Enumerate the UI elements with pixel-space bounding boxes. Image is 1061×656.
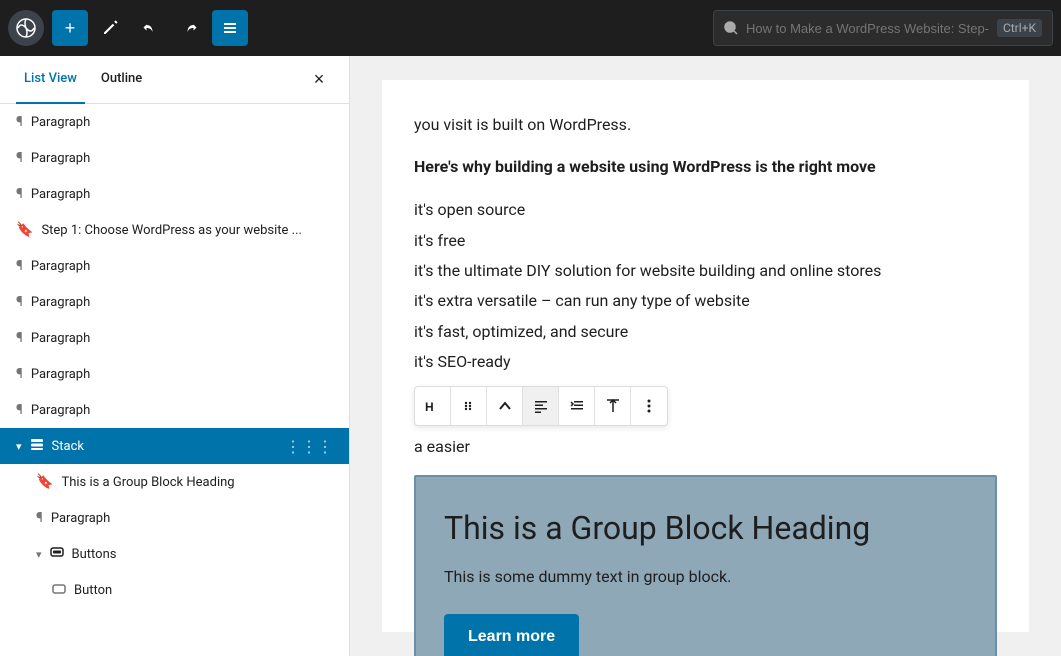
paragraph-icon: ¶ xyxy=(16,114,23,130)
search-shortcut: Ctrl+K xyxy=(997,19,1042,37)
list-item-4: it's extra versatile – can run any type … xyxy=(414,286,997,316)
list-item-button[interactable]: Button xyxy=(0,572,349,608)
wordpress-logo[interactable] xyxy=(8,10,44,46)
paragraph-icon: ¶ xyxy=(16,330,23,346)
list-item[interactable]: ¶ Paragraph xyxy=(0,284,349,320)
block-toolbar: H xyxy=(414,386,668,426)
group-block-heading: This is a Group Block Heading xyxy=(444,509,967,547)
main-layout: List View Outline × ¶ Paragraph ¶ Paragr… xyxy=(0,56,1061,656)
list-item[interactable]: 🔖 Step 1: Choose WordPress as your websi… xyxy=(0,212,349,248)
bookmark-icon: 🔖 xyxy=(16,222,33,238)
move-up-button[interactable] xyxy=(487,387,523,425)
more-options-icon[interactable]: ⋮⋮⋮ xyxy=(285,437,333,456)
list-item-paragraph[interactable]: ¶ Paragraph xyxy=(0,500,349,536)
list-item-3: it's the ultimate DIY solution for websi… xyxy=(414,256,997,286)
tab-outline[interactable]: Outline xyxy=(93,56,150,104)
button-icon xyxy=(52,582,66,598)
paragraph-icon: ¶ xyxy=(16,366,23,382)
list-item-5: it's fast, optimized, and secure xyxy=(414,317,997,347)
list-item-1: it's open source xyxy=(414,195,997,225)
svg-text:H: H xyxy=(425,400,434,414)
tab-list-view[interactable]: List View xyxy=(16,56,85,104)
paragraph-icon: ¶ xyxy=(36,510,43,526)
list-item[interactable]: ¶ Paragraph xyxy=(0,356,349,392)
add-block-toolbar-button[interactable]: + xyxy=(52,10,88,46)
list-item[interactable]: ¶ Paragraph xyxy=(0,320,349,356)
more-options-button[interactable] xyxy=(631,387,667,425)
sidebar-close-button[interactable]: × xyxy=(305,66,333,94)
sidebar-list: ¶ Paragraph ¶ Paragraph ¶ Paragraph 🔖 St… xyxy=(0,104,349,656)
list-item[interactable]: ¶ Paragraph xyxy=(0,248,349,284)
indent-button[interactable] xyxy=(559,387,595,425)
after-toolbar-text: a easier xyxy=(414,434,997,460)
sidebar-header: List View Outline × xyxy=(0,56,349,104)
list-item-group-heading[interactable]: 🔖 This is a Group Block Heading xyxy=(0,464,349,500)
intro-paragraph: you visit is built on WordPress. xyxy=(414,112,997,138)
list-item[interactable]: ¶ Paragraph xyxy=(0,104,349,140)
paragraph-icon: ¶ xyxy=(16,258,23,274)
edit-button[interactable] xyxy=(92,10,128,46)
list-item[interactable]: ¶ Paragraph xyxy=(0,392,349,428)
search-bar: Ctrl+K xyxy=(713,10,1053,46)
chevron-down-icon: ▾ xyxy=(16,440,22,453)
top-toolbar: + Ctrl+K xyxy=(0,0,1061,56)
paragraph-icon: ¶ xyxy=(16,186,23,202)
list-item-stack[interactable]: ▾ Stack ⋮⋮⋮ xyxy=(0,428,349,464)
align-top-button[interactable] xyxy=(595,387,631,425)
drag-handle-button[interactable] xyxy=(451,387,487,425)
stack-icon xyxy=(30,437,44,455)
group-block-paragraph: This is some dummy text in group block. xyxy=(444,567,967,586)
buttons-icon xyxy=(50,545,64,563)
undo-button[interactable] xyxy=(132,10,168,46)
list-item-2: it's free xyxy=(414,226,997,256)
chevron-down-icon: ▾ xyxy=(36,548,42,561)
redo-button[interactable] xyxy=(172,10,208,46)
list-item[interactable]: ¶ Paragraph xyxy=(0,176,349,212)
paragraph-icon: ¶ xyxy=(16,402,23,418)
block-type-button[interactable]: H xyxy=(415,387,451,425)
editor-content: you visit is built on WordPress. Here's … xyxy=(382,80,1029,632)
paragraph-icon: ¶ xyxy=(16,294,23,310)
content-area: you visit is built on WordPress. Here's … xyxy=(350,56,1061,656)
search-input[interactable] xyxy=(746,21,989,36)
bookmark-icon: 🔖 xyxy=(36,474,53,490)
section-heading: Here's why building a website using Word… xyxy=(414,154,997,180)
list-item[interactable]: ¶ Paragraph xyxy=(0,140,349,176)
align-left-button[interactable] xyxy=(523,387,559,425)
group-block: This is a Group Block Heading This is so… xyxy=(414,475,997,656)
list-item-6: it's SEO-ready xyxy=(414,347,997,377)
paragraph-icon: ¶ xyxy=(16,150,23,166)
sidebar: List View Outline × ¶ Paragraph ¶ Paragr… xyxy=(0,56,350,656)
learn-more-button[interactable]: Learn more xyxy=(444,614,579,656)
list-item-buttons[interactable]: ▾ Buttons xyxy=(0,536,349,572)
list-view-toggle-button[interactable] xyxy=(212,10,248,46)
